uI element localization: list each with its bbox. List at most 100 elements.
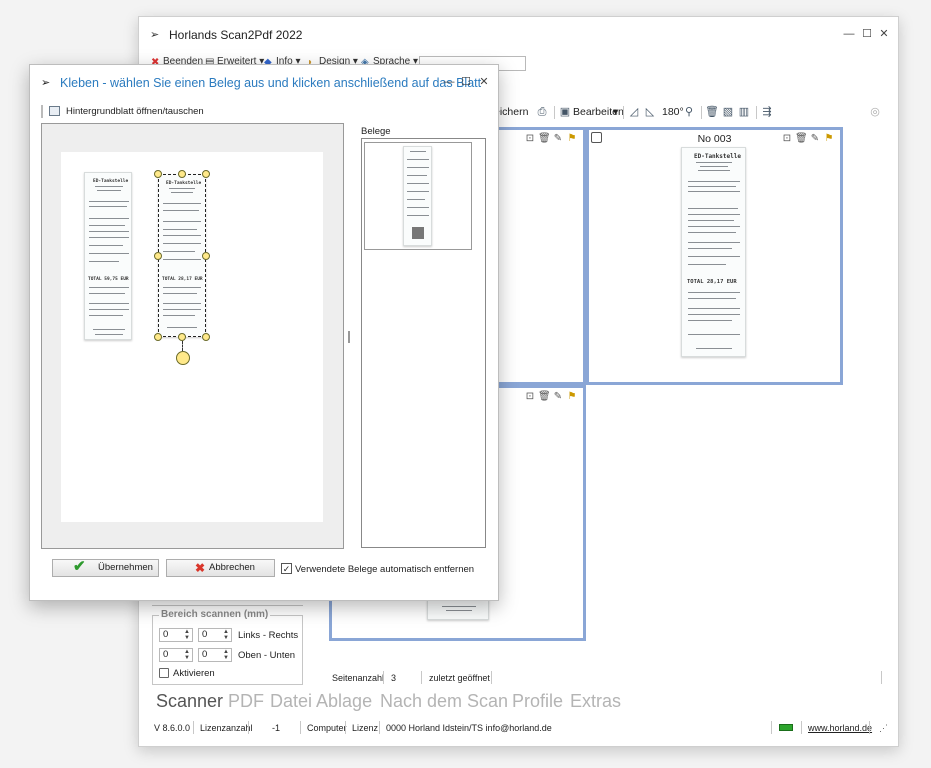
receipt-line bbox=[688, 334, 740, 335]
resize-handle[interactable] bbox=[178, 170, 186, 178]
belege-list[interactable] bbox=[361, 138, 486, 548]
toolbar-divider bbox=[554, 106, 555, 119]
note-icon[interactable]: ✎ bbox=[552, 133, 564, 145]
maximize-icon[interactable]: ☐ bbox=[859, 26, 875, 42]
license-count-label: Lizenzanzahl bbox=[200, 723, 253, 733]
status-divider bbox=[379, 721, 380, 734]
receipt-line bbox=[89, 218, 129, 219]
save-menu[interactable]: eichern bbox=[494, 106, 528, 118]
app-logo-icon: ➢ bbox=[41, 77, 51, 89]
qr-code-icon bbox=[412, 227, 424, 239]
auto-remove-checkbox[interactable]: ✓ bbox=[281, 563, 292, 574]
tab-nach-dem-scan[interactable]: Nach dem Scan bbox=[380, 691, 508, 712]
resize-handle[interactable] bbox=[154, 252, 162, 260]
accept-button[interactable]: ✔ Übernehmen bbox=[52, 559, 159, 577]
rotate-left-icon[interactable]: ◿ bbox=[627, 105, 641, 119]
close-icon[interactable]: ✕ bbox=[476, 74, 492, 90]
trash-icon[interactable]: 🗑 bbox=[705, 105, 719, 119]
rotate-right-icon[interactable]: ◺ bbox=[643, 105, 657, 119]
right-margin-stepper[interactable]: 0 ▲ ▼ bbox=[198, 628, 232, 642]
bottom-margin-stepper[interactable]: 0 ▲ ▼ bbox=[198, 648, 232, 662]
selected-receipt[interactable]: ED-Tankstelle TOTAL 28,17 EUR bbox=[158, 174, 206, 337]
maximize-icon[interactable]: ☐ bbox=[458, 74, 474, 90]
cancel-button[interactable]: ✖ Abbrechen bbox=[166, 559, 275, 577]
note-icon[interactable]: ✎ bbox=[809, 133, 821, 145]
resize-handle[interactable] bbox=[202, 170, 210, 178]
zoom-icon[interactable]: ⚲ bbox=[682, 105, 696, 119]
resize-handle[interactable] bbox=[202, 252, 210, 260]
zoom-icon[interactable]: ⊡ bbox=[781, 133, 793, 145]
activate-label: Aktivieren bbox=[173, 668, 215, 679]
receipt-line bbox=[163, 221, 201, 222]
resize-grip-icon[interactable]: ⋰ bbox=[879, 723, 888, 734]
left-margin-stepper[interactable]: 0 ▲ ▼ bbox=[159, 628, 193, 642]
pages-icon[interactable]: ▥ bbox=[737, 105, 751, 119]
splitter-grip[interactable] bbox=[348, 331, 350, 343]
receipt-line bbox=[688, 226, 740, 227]
export-icon[interactable]: ⇶ bbox=[760, 105, 774, 119]
trash-icon[interactable]: 🗑 bbox=[795, 133, 808, 145]
pasted-receipt[interactable]: ED-Tankstelle TOTAL 59,75 EUR bbox=[84, 172, 132, 340]
print-icon[interactable]: ⎙ bbox=[535, 105, 549, 119]
broom-icon[interactable]: ⚑ bbox=[823, 133, 835, 145]
help-icon[interactable]: ◎ bbox=[868, 105, 882, 119]
resize-handle[interactable] bbox=[154, 333, 162, 341]
zoom-icon[interactable]: ⊡ bbox=[524, 391, 536, 403]
website-link[interactable]: www.horland.de bbox=[808, 723, 872, 733]
receipt-line bbox=[163, 229, 197, 230]
receipt-line bbox=[89, 206, 127, 207]
sheet-preview[interactable]: ED-Tankstelle TOTAL 59,75 EUR ED-Tankste… bbox=[41, 123, 344, 549]
receipt-line bbox=[688, 181, 740, 182]
rotate-180-button[interactable]: 180° bbox=[662, 106, 684, 118]
main-toolbar: eichern ⎙ ▣ Bearbeiten ▾ ◿ ◺ 180° ⚲ 🗑 ▧ … bbox=[494, 104, 884, 122]
background-sheet[interactable]: ED-Tankstelle TOTAL 59,75 EUR ED-Tankste… bbox=[61, 152, 323, 522]
receipt-line bbox=[163, 259, 201, 260]
receipt-line bbox=[163, 315, 195, 316]
broom-icon[interactable]: ⚑ bbox=[566, 391, 578, 403]
rotate-handle[interactable] bbox=[176, 351, 190, 365]
delete-page-icon[interactable]: ▧ bbox=[721, 105, 735, 119]
computer-label: Computer bbox=[307, 723, 347, 733]
trash-icon[interactable]: 🗑 bbox=[538, 133, 551, 145]
receipt-line bbox=[407, 199, 425, 200]
tab-pdf[interactable]: PDF bbox=[228, 691, 264, 712]
receipt-line bbox=[696, 162, 732, 163]
zoom-icon[interactable]: ⊡ bbox=[524, 133, 536, 145]
tab-datei-ablage[interactable]: Datei Ablage bbox=[270, 691, 372, 712]
stepper-arrows-icon[interactable]: ▲ ▼ bbox=[223, 649, 229, 661]
receipt-line bbox=[89, 293, 125, 294]
receipt-line bbox=[407, 175, 427, 176]
stepper-arrows-icon[interactable]: ▲ ▼ bbox=[223, 629, 229, 641]
receipt-line bbox=[688, 298, 736, 299]
resize-handle[interactable] bbox=[178, 333, 186, 341]
tab-extras[interactable]: Extras bbox=[570, 691, 621, 712]
tab-scanner[interactable]: Scanner bbox=[156, 691, 223, 712]
minimize-icon[interactable]: — bbox=[441, 74, 457, 90]
stepper-arrows-icon[interactable]: ▲ ▼ bbox=[184, 649, 190, 661]
receipt-line bbox=[688, 320, 732, 321]
status-divider bbox=[771, 721, 772, 734]
beleg-thumbnail[interactable] bbox=[364, 142, 472, 250]
resize-handle[interactable] bbox=[154, 170, 162, 178]
auto-remove-label: Verwendete Belege automatisch entfernen bbox=[295, 564, 475, 575]
edit-dropdown-icon[interactable]: ▾ bbox=[613, 106, 618, 118]
main-titlebar: ➢ Horlands Scan2Pdf 2022 — ☐ ✕ bbox=[139, 17, 898, 51]
top-bottom-label: Oben - Unten bbox=[238, 650, 296, 661]
minimize-icon[interactable]: — bbox=[841, 26, 857, 42]
receipt-line bbox=[89, 237, 129, 238]
close-icon[interactable]: ✕ bbox=[876, 26, 892, 42]
receipt-line bbox=[407, 167, 429, 168]
stepper-arrows-icon[interactable]: ▲ ▼ bbox=[184, 629, 190, 641]
page-panel-2[interactable]: No 003 ⊡ 🗑 ✎ ⚑ ED-Tankstelle TOTAL 28,17 bbox=[586, 127, 843, 385]
resize-handle[interactable] bbox=[202, 333, 210, 341]
activate-checkbox[interactable] bbox=[159, 668, 169, 678]
edit-icon[interactable]: ▣ bbox=[558, 105, 572, 119]
receipt-line bbox=[688, 214, 740, 215]
note-icon[interactable]: ✎ bbox=[552, 391, 564, 403]
broom-icon[interactable]: ⚑ bbox=[566, 133, 578, 145]
top-margin-stepper[interactable]: 0 ▲ ▼ bbox=[159, 648, 193, 662]
tab-profile[interactable]: Profile bbox=[512, 691, 563, 712]
app-logo-icon: ➢ bbox=[150, 29, 160, 41]
trash-icon[interactable]: 🗑 bbox=[538, 391, 551, 403]
receipt-line bbox=[163, 287, 201, 288]
